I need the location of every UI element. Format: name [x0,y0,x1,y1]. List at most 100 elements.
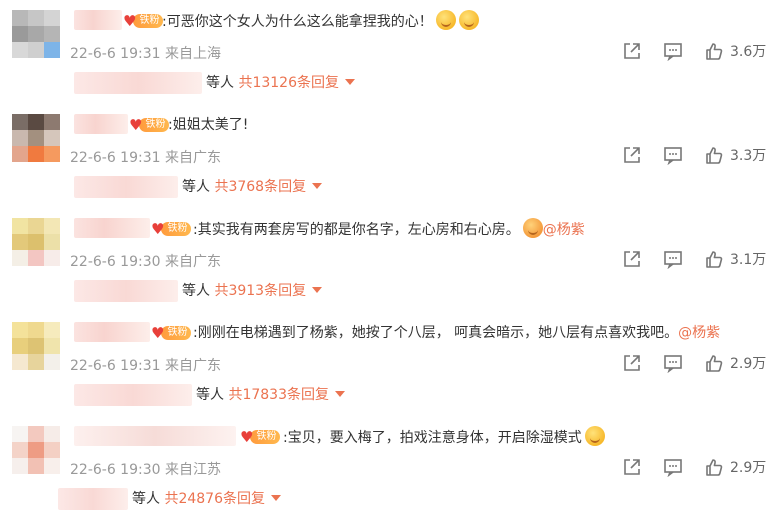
comment-text: :姐姐太美了! [168,114,248,136]
username[interactable] [74,426,236,446]
heart-icon: ♥ [151,220,165,238]
username[interactable] [74,10,122,30]
fan-badge-label: 铁粉 [250,430,281,444]
comment-body: :宝贝，要入梅了，拍戏注意身体，开启除湿模式 [283,430,582,446]
comment-icon [664,147,682,165]
reply-users [74,176,178,198]
caret-down-icon [345,79,355,85]
share-button[interactable] [622,353,642,373]
comment-text: :可恶你这个女人为什么这么能拿捏我的心！ [162,10,479,33]
like-count: 3.1万 [730,252,767,268]
caret-down-icon [335,391,345,397]
smile-tear-emoji-icon [435,10,456,30]
avatar[interactable] [12,218,60,266]
like-count: 3.6万 [730,44,767,60]
action-bar: 3.6万 [622,40,766,62]
reply-suffix: 等人 [206,75,234,91]
reply-suffix: 等人 [182,283,210,299]
fan-badge: ♥ 铁粉 [151,220,192,238]
reply-users [58,488,128,510]
avatar[interactable] [12,10,60,58]
action-bar: 3.1万 [622,248,766,270]
comment-text: :刚刚在电梯遇到了杨紫，她按了个八层， 呵真会暗示，她八层有点喜欢我吧。@杨紫 [193,322,720,344]
caret-down-icon [312,183,323,189]
fan-badge-label: 铁粉 [161,326,192,340]
fan-badge: ♥ 铁粉 [151,324,192,342]
comment-item: ♥ 铁粉 :刚刚在电梯遇到了杨紫，她按了个八层， 呵真会暗示，她八层有点喜欢我吧… [0,312,782,416]
reply-suffix: 等人 [196,387,224,403]
reply-count-link[interactable]: 共24876条回复 [164,491,265,507]
share-icon [624,147,640,163]
comment-meta: 22-6-6 19:31 来自广东 [70,150,221,166]
comment-icon [664,355,682,373]
comment-icon [664,459,682,477]
like-button[interactable]: 3.1万 [704,249,766,269]
comment-body: :可恶你这个女人为什么这么能拿捏我的心！ [162,14,433,30]
reply-button[interactable] [663,457,683,477]
reply-suffix: 等人 [132,491,160,507]
like-count: 3.3万 [730,148,767,164]
like-button[interactable]: 3.6万 [704,41,766,61]
action-bar: 2.9万 [622,352,766,374]
share-button[interactable] [622,457,642,477]
share-icon [624,251,640,267]
comment-item: ♥ 铁粉 :可恶你这个女人为什么这么能拿捏我的心！ 22-6-6 19:31 来… [0,0,782,104]
share-button[interactable] [622,145,642,165]
reply-users [74,72,202,94]
fan-badge-label: 铁粉 [139,118,170,132]
reply-users [74,384,192,406]
share-icon [624,355,640,371]
username[interactable] [74,322,150,342]
comment-body: :其实我有两套房写的都是你名字，左心房和右心房。 [193,222,520,238]
fan-badge: ♥ 铁粉 [129,116,170,134]
heart-icon: ♥ [129,116,143,134]
username[interactable] [74,218,150,238]
comment-item: ♥ 铁粉 :宝贝，要入梅了，拍戏注意身体，开启除湿模式 22-6-6 19:30… [0,416,782,520]
username[interactable] [74,114,128,134]
comment-text: :宝贝，要入梅了，拍戏注意身体，开启除湿模式 [283,426,605,449]
like-count: 2.9万 [730,460,767,476]
reply-suffix: 等人 [182,179,210,195]
reply-count-link[interactable]: 共17833条回复 [228,387,329,403]
heart-icon: ♥ [123,12,137,30]
share-icon [624,459,640,475]
reply-button[interactable] [663,249,683,269]
reply-button[interactable] [663,353,683,373]
thumbs-up-icon [706,459,723,476]
fan-badge-label: 铁粉 [161,222,192,236]
thumbs-up-icon [706,43,723,60]
share-button[interactable] [622,41,642,61]
reply-button[interactable] [663,41,683,61]
thumbs-up-icon [706,251,723,268]
blush-emoji-icon [522,218,543,238]
like-button[interactable]: 3.3万 [704,145,766,165]
smile-emoji-icon [584,426,605,446]
action-bar: 3.3万 [622,144,766,166]
reply-button[interactable] [663,145,683,165]
comment-icon [664,43,682,61]
avatar[interactable] [12,322,60,370]
comment-body: :姐姐太美了! [168,117,249,133]
fan-badge: ♥ 铁粉 [240,428,281,446]
reply-count-link[interactable]: 共3768条回复 [214,179,306,195]
share-button[interactable] [622,249,642,269]
heart-icon: ♥ [151,324,165,342]
comment-meta: 22-6-6 19:31 来自广东 [70,358,221,374]
like-button[interactable]: 2.9万 [704,353,766,373]
mention-link[interactable]: @杨紫 [543,222,585,238]
comment-meta: 22-6-6 19:31 来自上海 [70,46,221,62]
avatar[interactable] [12,114,60,162]
mention-link[interactable]: @杨紫 [678,325,720,341]
share-icon [624,43,640,59]
avatar[interactable] [12,426,60,474]
comment-meta: 22-6-6 19:30 来自广东 [70,254,221,270]
heart-icon: ♥ [240,428,254,446]
comment-text: :其实我有两套房写的都是你名字，左心房和右心房。 @杨紫 [193,218,585,241]
fan-badge-label: 铁粉 [133,14,164,28]
like-count: 2.9万 [730,356,767,372]
reply-count-link[interactable]: 共3913条回复 [214,283,306,299]
reply-count-link[interactable]: 共13126条回复 [238,75,339,91]
like-button[interactable]: 2.9万 [704,457,766,477]
action-bar: 2.9万 [622,456,766,478]
comment-meta: 22-6-6 19:30 来自江苏 [70,462,221,478]
